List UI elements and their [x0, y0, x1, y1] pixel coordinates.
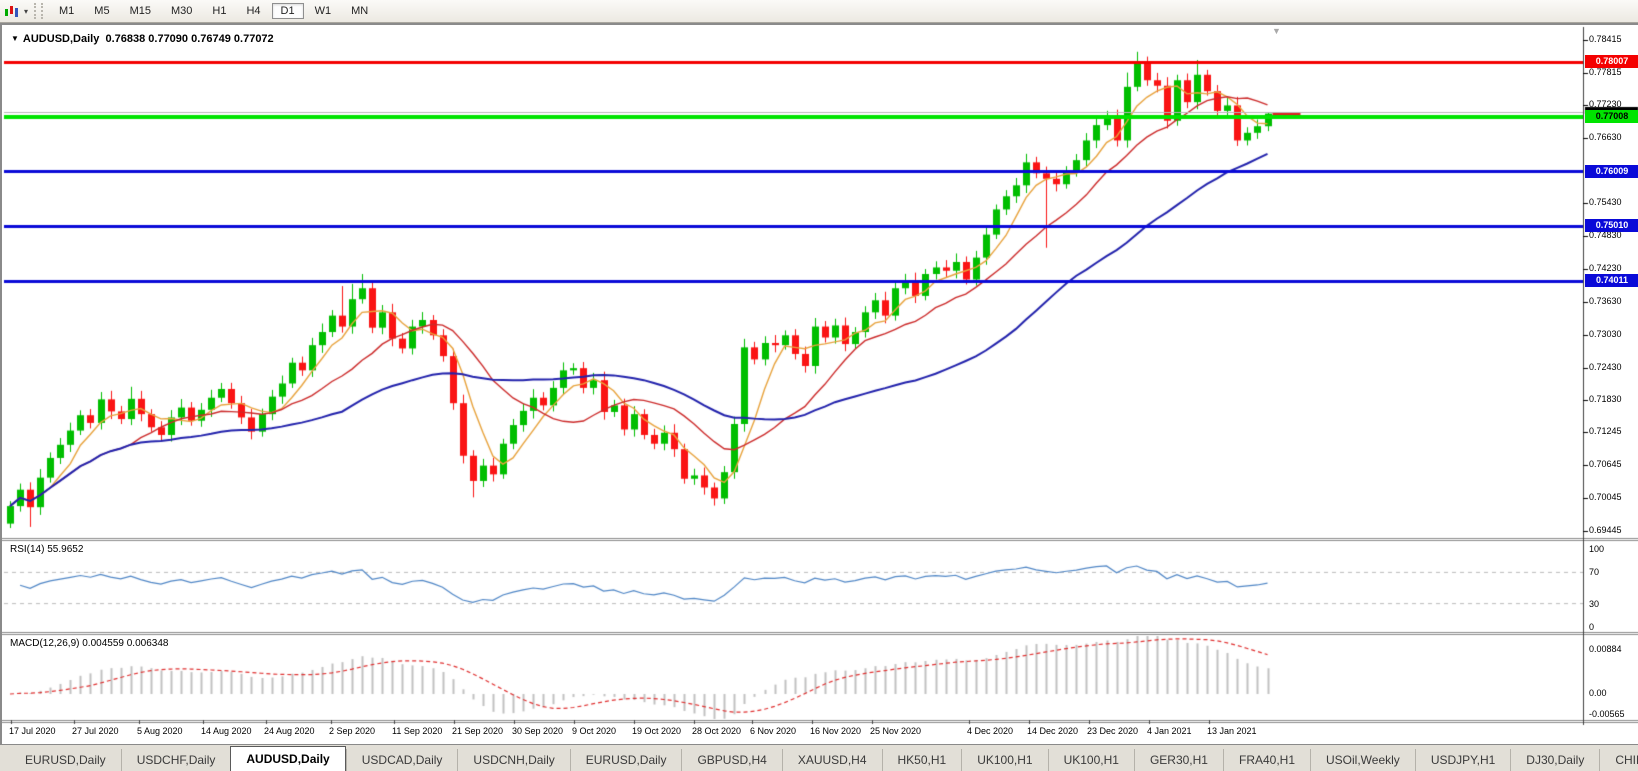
timeframe-button-mn[interactable]: MN [342, 3, 377, 19]
chart-type-button[interactable]: ▾ [0, 5, 32, 18]
chart-tab-audusd-daily[interactable]: AUDUSD,Daily [230, 746, 346, 771]
chart-tab-eurusd-daily[interactable]: EURUSD,Daily [569, 749, 682, 771]
timeframe-button-m30[interactable]: M30 [162, 3, 201, 19]
chart-tab-eurusd-daily[interactable]: EURUSD,Daily [10, 749, 121, 771]
timeframe-button-m1[interactable]: M1 [50, 3, 83, 19]
chart-tab-xauusd-h4[interactable]: XAUUSD,H4 [781, 749, 882, 771]
chart-tab-ger30-h1[interactable]: GER30,H1 [1133, 749, 1223, 771]
timeframe-button-h4[interactable]: H4 [237, 3, 269, 19]
chart-tab-fra40-h1[interactable]: FRA40,H1 [1222, 749, 1310, 771]
timeframe-button-m15[interactable]: M15 [121, 3, 160, 19]
toolbar-grip-handle[interactable] [34, 3, 44, 19]
chart-tab-hk50-h1[interactable]: HK50,H1 [881, 749, 962, 771]
chart-tab-gbpusd-h4[interactable]: GBPUSD,H4 [681, 749, 781, 771]
timeframe-toolbar: ▾ M1 M5 M15 M30 H1 H4 D1 W1 MN [0, 0, 1638, 23]
chart-tab-usoil-weekly[interactable]: USOil,Weekly [1310, 749, 1415, 771]
chart-window: ▼ AUDUSD,Daily 0.76838 0.77090 0.76749 0.… [0, 23, 1638, 769]
chart-tab-usdjpy-h1[interactable]: USDJPY,H1 [1414, 749, 1510, 771]
timeframe-buttons-group: M1 M5 M15 M30 H1 H4 D1 W1 MN [49, 3, 378, 19]
main-chart-canvas[interactable] [2, 25, 1638, 769]
chart-tab-usdcad-daily[interactable]: USDCAD,Daily [345, 749, 458, 771]
timeframe-button-d1[interactable]: D1 [271, 3, 304, 19]
chart-tab-usdcnh-daily[interactable]: USDCNH,Daily [457, 749, 569, 771]
timeframe-button-h1[interactable]: H1 [203, 3, 235, 19]
chart-tab-china300-h1[interactable]: CHINA300,H1 [1599, 749, 1638, 771]
timeframe-button-w1[interactable]: W1 [306, 3, 341, 19]
chevron-down-icon: ▾ [24, 6, 29, 16]
chart-tab-uk100-h1[interactable]: UK100,H1 [1047, 749, 1134, 771]
chart-tab-usdchf-daily[interactable]: USDCHF,Daily [120, 749, 231, 771]
trading-platform-window: ▾ M1 M5 M15 M30 H1 H4 D1 W1 MN ▼ AUDUSD,Daily 0.7… [0, 0, 1638, 771]
timeframe-button-m5[interactable]: M5 [85, 3, 118, 19]
chart-tab-dj30-daily[interactable]: DJ30,Daily [1510, 749, 1599, 771]
chart-tab-uk100-h1[interactable]: UK100,H1 [961, 749, 1047, 771]
candlestick-chart-icon [5, 5, 18, 17]
symbol-tab-bar: EURUSD,Daily USDCHF,Daily AUDUSD,Daily USDC… [0, 744, 1638, 771]
